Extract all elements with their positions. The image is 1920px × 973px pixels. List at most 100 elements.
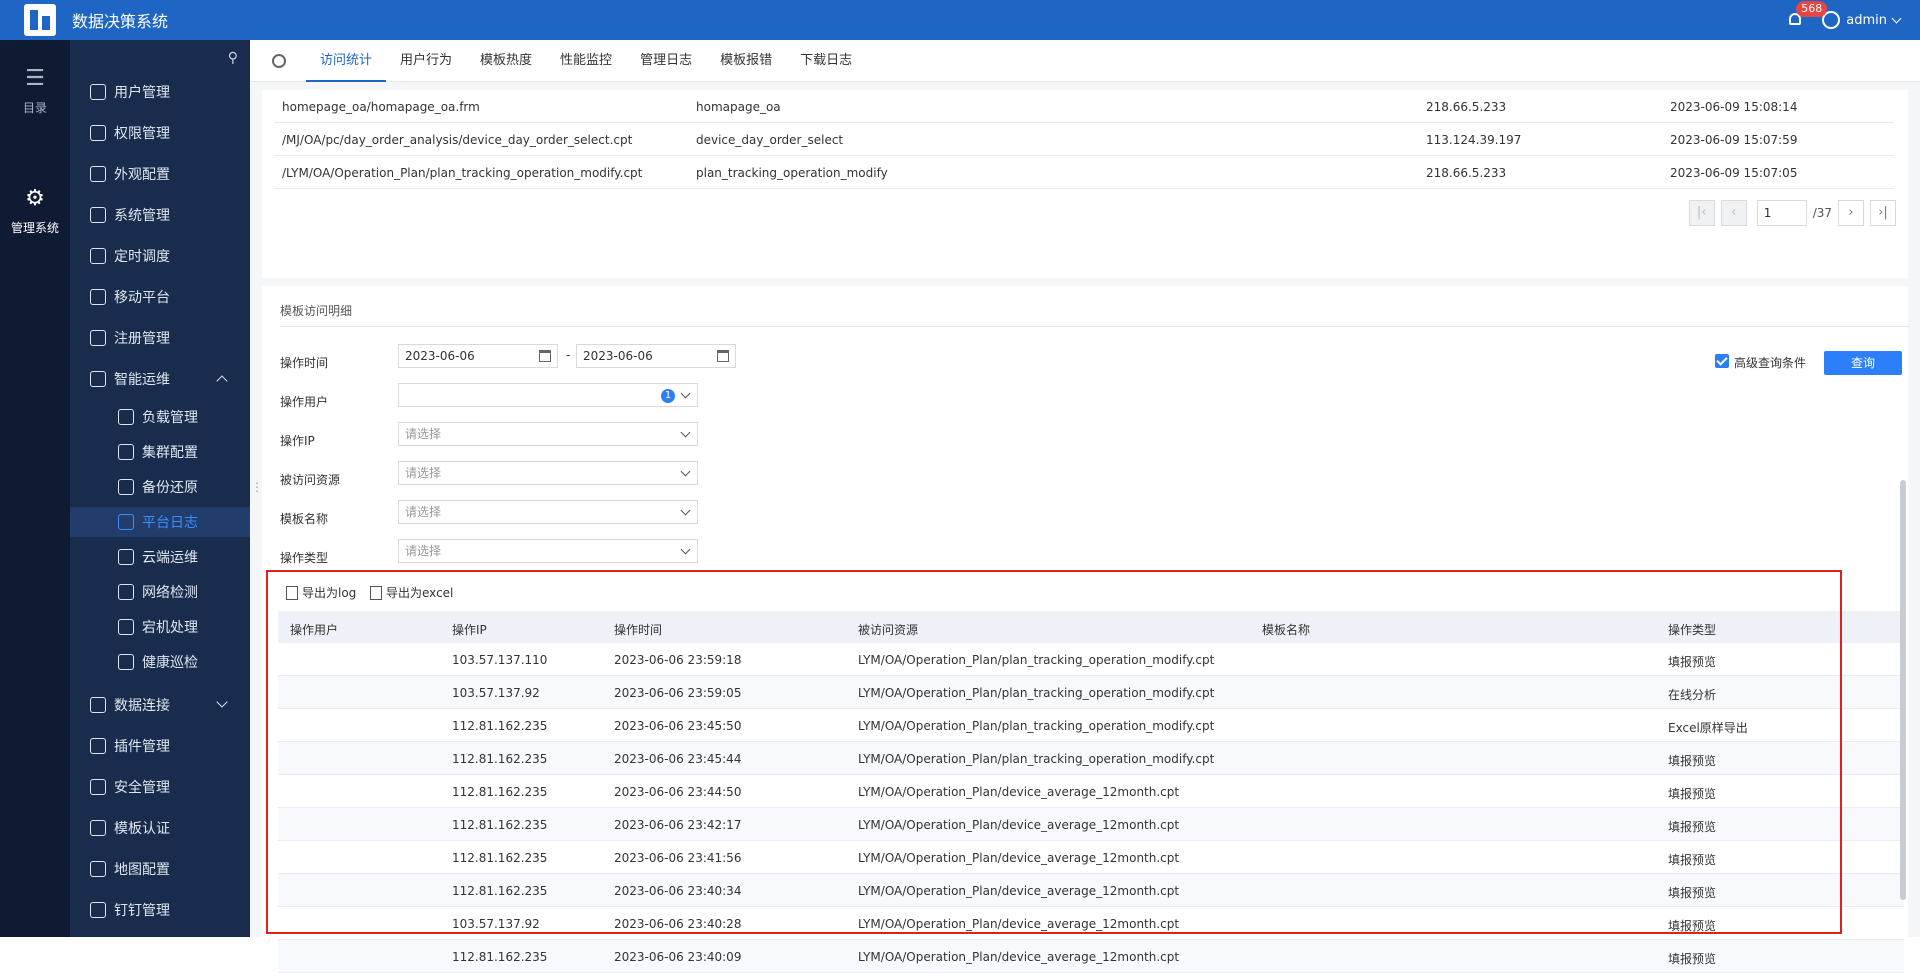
type-select[interactable]: 请选择: [398, 539, 698, 563]
query-button[interactable]: 查询: [1824, 351, 1902, 375]
template-select[interactable]: 请选择: [398, 500, 698, 524]
sidebar-item-security[interactable]: 安全管理: [70, 772, 250, 802]
sidebar-item-platform-log[interactable]: 平台日志: [70, 507, 250, 537]
tab-download-log[interactable]: 下载日志: [786, 40, 866, 82]
page-number-input[interactable]: 1: [1756, 200, 1807, 226]
tab-template-errors[interactable]: 模板报错: [706, 40, 786, 82]
selected-count-badge: 1: [661, 389, 675, 403]
user-select[interactable]: 1: [398, 383, 698, 407]
top-right-area: 568 admin: [1786, 0, 1902, 40]
gear-icon: ⚙: [25, 186, 45, 211]
resource-select[interactable]: 请选择: [398, 461, 698, 485]
chevron-down-icon: [680, 544, 691, 555]
sidebar-item-label: 备份还原: [142, 480, 198, 496]
rail-item-admin[interactable]: ⚙ 管理系统: [0, 186, 70, 236]
log-icon: [118, 514, 134, 530]
sidebar-item-label: 集群配置: [142, 445, 198, 461]
tab-admin-log[interactable]: 管理日志: [626, 40, 706, 82]
resource-path: /LYM/OA/Operation_Plan/plan_tracking_ope…: [282, 166, 643, 180]
sidebar-item-label: 用户管理: [114, 85, 170, 101]
pin-icon[interactable]: ⚲: [228, 50, 238, 66]
tab-bar: 访问统计 用户行为 模板热度 性能监控 管理日志 模板报错 下载日志: [250, 40, 1920, 82]
sidebar-item-plugins[interactable]: 插件管理: [70, 731, 250, 761]
sidebar-item-users[interactable]: 用户管理: [70, 77, 250, 107]
sidebar: ⚲ 用户管理 权限管理 外观配置 系统管理 定时调度 移动平台 注册管理 智能运…: [70, 40, 250, 937]
date-to-value: 2023-06-06: [583, 349, 653, 363]
filter-label-resource: 被访问资源: [280, 473, 341, 487]
time-cell: 2023-06-06 23:40:09: [614, 950, 742, 964]
chevron-up-icon: [216, 375, 228, 387]
tab-user-behavior[interactable]: 用户行为: [386, 40, 466, 82]
sidebar-item-registration[interactable]: 注册管理: [70, 323, 250, 353]
register-icon: [90, 330, 106, 346]
sidebar-item-label: 插件管理: [114, 739, 170, 755]
sidebar-item-network[interactable]: 网络检测: [70, 577, 250, 607]
sidebar-item-crash[interactable]: 宕机处理: [70, 612, 250, 642]
tab-template-heat[interactable]: 模板热度: [466, 40, 546, 82]
tab-visit-stats[interactable]: 访问统计: [306, 40, 387, 82]
filter-label-time: 操作时间: [280, 356, 329, 370]
sidebar-item-map[interactable]: 地图配置: [70, 854, 250, 884]
brush-icon: [90, 166, 106, 182]
sidebar-item-health[interactable]: 健康巡检: [70, 647, 250, 677]
calendar-icon[interactable]: [717, 350, 729, 362]
template-icon: [90, 820, 106, 836]
first-page-button[interactable]: |‹: [1688, 200, 1715, 226]
table-row[interactable]: /LYM/OA/Operation_Plan/plan_tracking_ope…: [274, 156, 1894, 189]
sidebar-item-label: 定时调度: [114, 249, 170, 265]
sidebar-item-appearance[interactable]: 外观配置: [70, 159, 250, 189]
ip-select[interactable]: 请选择: [398, 422, 698, 446]
sidebar-item-label: 安全管理: [114, 780, 170, 796]
table-row[interactable]: homepage_oa/homapage_oa.frm homapage_oa …: [274, 90, 1894, 123]
username[interactable]: admin: [1846, 13, 1887, 28]
sidebar-item-template-auth[interactable]: 模板认证: [70, 813, 250, 843]
sidebar-item-cloud-ops[interactable]: 云端运维: [70, 542, 250, 572]
shield-icon: [90, 125, 106, 141]
type-select-placeholder: 请选择: [405, 544, 442, 558]
sidebar-item-schedule[interactable]: 定时调度: [70, 241, 250, 271]
table-row[interactable]: /MJ/OA/pc/day_order_analysis/device_day_…: [274, 123, 1894, 156]
date-to-input[interactable]: 2023-06-06: [576, 344, 736, 368]
sidebar-item-data-connection[interactable]: 数据连接: [70, 690, 250, 720]
chevron-down-icon[interactable]: [1891, 13, 1902, 23]
template-name: plan_tracking_operation_modify: [696, 166, 888, 180]
sidebar-item-load[interactable]: 负载管理: [70, 402, 250, 432]
sidebar-item-backup[interactable]: 备份还原: [70, 472, 250, 502]
sidebar-item-system[interactable]: 系统管理: [70, 200, 250, 230]
advanced-query-checkbox[interactable]: [1715, 354, 1729, 368]
bell-icon[interactable]: 568: [1786, 1, 1828, 29]
settings-icon[interactable]: [272, 53, 286, 68]
sidebar-item-label: 网络检测: [142, 585, 198, 601]
sidebar-item-label: 模板认证: [114, 821, 170, 837]
tab-performance[interactable]: 性能监控: [546, 40, 626, 82]
app-logo-icon[interactable]: [24, 4, 56, 36]
next-page-button[interactable]: ›: [1838, 200, 1864, 226]
sidebar-item-mobile[interactable]: 移动平台: [70, 282, 250, 312]
rail-item-directory[interactable]: ☰ 目录: [0, 66, 70, 116]
table-row[interactable]: 112.81.162.235 2023-06-06 23:40:09 LYM/O…: [278, 940, 1904, 973]
sidebar-item-permissions[interactable]: 权限管理: [70, 118, 250, 148]
sidebar-item-cluster[interactable]: 集群配置: [70, 437, 250, 467]
chevron-down-icon: [216, 696, 228, 708]
sidebar-item-dingtalk[interactable]: 钉钉管理: [70, 895, 250, 925]
prev-page-button[interactable]: ‹: [1720, 200, 1747, 226]
visit-time: 2023-06-09 15:08:14: [1670, 100, 1798, 114]
resource-path: homepage_oa/homapage_oa.frm: [282, 100, 480, 114]
date-separator: -: [566, 348, 571, 362]
sidebar-item-smart-ops[interactable]: 智能运维: [70, 364, 250, 394]
chevron-down-icon: [680, 388, 691, 399]
date-from-value: 2023-06-06: [405, 349, 475, 363]
section-title: 模板访问明细: [280, 304, 353, 318]
vertical-scrollbar[interactable]: [1900, 480, 1906, 900]
sidebar-item-label: 负载管理: [142, 410, 198, 426]
backup-icon: [118, 479, 134, 495]
sidebar-item-label: 外观配置: [114, 167, 170, 183]
highlight-box: [266, 570, 1842, 934]
calendar-icon[interactable]: [539, 350, 551, 362]
resource-cell: LYM/OA/Operation_Plan/device_average_12m…: [858, 950, 1180, 964]
splitter-handle-icon[interactable]: ⋮: [251, 480, 263, 494]
date-from-input[interactable]: 2023-06-06: [398, 344, 558, 368]
notification-badge: 568: [1796, 1, 1828, 17]
last-page-button[interactable]: ›|: [1870, 200, 1896, 226]
sidebar-item-label: 权限管理: [114, 126, 170, 142]
